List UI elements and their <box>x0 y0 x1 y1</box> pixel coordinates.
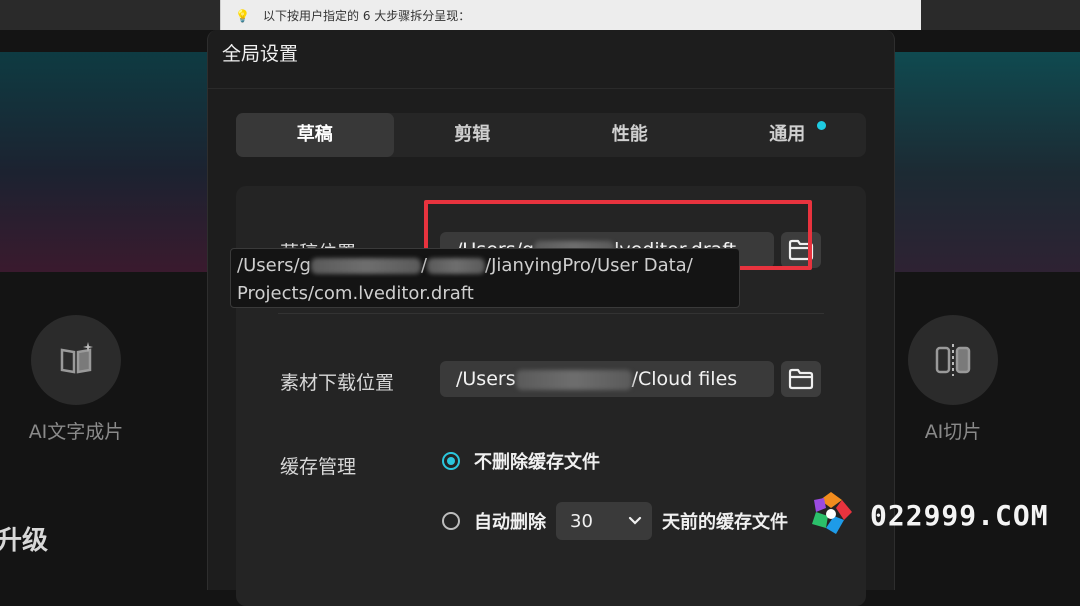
watermark-text: 022999.COM <box>870 498 1049 532</box>
tab-editing[interactable]: 剪辑 <box>394 113 552 157</box>
tooltip-line-1: /Users/g //JianyingPro/User Data/ <box>237 255 693 276</box>
feature-ai-text-to-video[interactable]: AI文字成片 <box>16 315 136 444</box>
download-location-field[interactable]: /Users/Cloud files <box>440 361 774 397</box>
top-strip: 💡 以下按用户指定的 6 大步骤拆分呈现： <box>0 0 1080 30</box>
tooltip-line-2: Projects/com.lveditor.draft <box>237 283 474 304</box>
feature-left-label: AI文字成片 <box>28 421 124 443</box>
clip-slice-icon <box>908 315 998 405</box>
tab-performance[interactable]: 性能 <box>551 113 709 157</box>
redacted-segment <box>427 258 486 274</box>
cache-option-keep[interactable]: 不删除缓存文件 <box>442 448 600 474</box>
feature-right-label: AI切片 <box>924 421 982 443</box>
book-sparkle-icon <box>31 315 121 405</box>
watermark: 022999.COM <box>806 490 1049 540</box>
lightbulb-icon: 💡 <box>235 9 250 23</box>
watermark-logo-icon <box>812 492 852 534</box>
global-settings-dialog: 全局设置 草稿 剪辑 性能 通用 草稿位置 /Users/glveditor.d… <box>207 30 895 606</box>
days-select[interactable]: 30 <box>556 502 652 540</box>
download-location-label: 素材下载位置 <box>280 372 395 394</box>
feature-ai-clip[interactable]: AI切片 <box>893 315 1013 444</box>
settings-tabs: 草稿 剪辑 性能 通用 <box>236 113 866 157</box>
title-divider <box>208 88 894 89</box>
radio-selected[interactable] <box>442 452 460 470</box>
folder-icon <box>788 368 814 390</box>
cache-management-label: 缓存管理 <box>280 456 357 478</box>
redacted-segment <box>310 258 421 274</box>
chevron-down-icon <box>628 516 642 525</box>
background-doc-text: 以下按用户指定的 6 大步骤拆分呈现： <box>263 9 471 23</box>
path-tooltip: /Users/g //JianyingPro/User Data/ Project… <box>230 248 740 308</box>
download-folder-button[interactable] <box>781 361 821 397</box>
dialog-title: 全局设置 <box>222 43 299 65</box>
banner-left <box>0 52 208 272</box>
cache-option-auto-delete[interactable]: 自动删除 30 天前的缓存文件 <box>442 502 788 540</box>
section-divider <box>278 313 824 314</box>
notification-dot <box>816 121 826 130</box>
background-section-heading: 升级 <box>0 526 49 556</box>
background-document: 💡 以下按用户指定的 6 大步骤拆分呈现： <box>220 0 921 30</box>
banner-right <box>892 52 1080 272</box>
redacted-segment <box>515 369 632 390</box>
tab-general[interactable]: 通用 <box>709 113 867 157</box>
tab-draft[interactable]: 草稿 <box>236 113 394 157</box>
radio-unselected[interactable] <box>442 512 460 530</box>
